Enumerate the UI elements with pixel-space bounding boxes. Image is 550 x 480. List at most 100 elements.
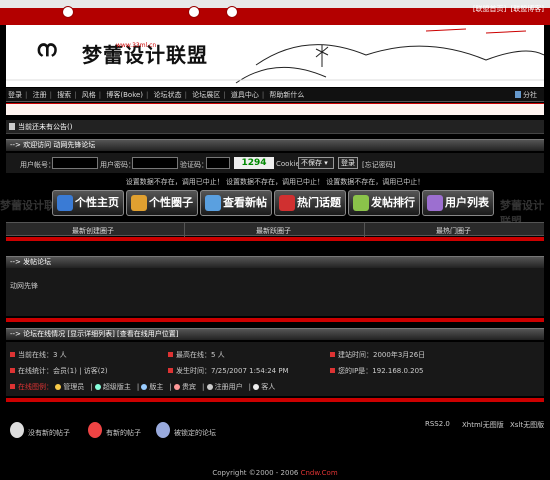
username-input[interactable]: [52, 157, 98, 169]
no-new-posts-label: 没有新的帖子: [28, 429, 70, 437]
copyright-brand[interactable]: Cndw.Com: [301, 469, 338, 477]
legend-guest: 客人: [261, 383, 276, 391]
copyright-text: Copyright ©2000 - 2006: [212, 469, 299, 477]
col-newest-circles[interactable]: 最新创建圈子: [72, 226, 114, 236]
legend-super-moderator: 超级版主: [102, 383, 131, 391]
status-messages: 设置数据不存在，调用已中止！ 设置数据不存在，调用已中止！ 设置数据不存在，调用…: [125, 178, 425, 186]
red-strip: [6, 237, 544, 241]
announcement-bar: 当前还未有公告(): [6, 120, 544, 134]
stat-max-text: 最高在线：5 人: [176, 351, 225, 359]
stat-max: 最高在线：5 人: [168, 350, 225, 360]
nav-item-help[interactable]: 帮助新什么: [269, 91, 304, 99]
stat-ip-text: 您的IP是：192.168.0.205: [338, 367, 424, 375]
nav-item-blog[interactable]: 博客(Boke): [106, 91, 143, 99]
password-input[interactable]: [132, 157, 178, 169]
moderator-icon: [141, 384, 148, 390]
blog-link[interactable]: [联盟博客]: [511, 5, 544, 13]
view-new-posts-button[interactable]: 查看新帖: [200, 190, 272, 216]
legend-member: 注册用户: [214, 383, 243, 391]
bullet-icon: [330, 368, 335, 373]
col-active-circles[interactable]: 最新跃圈子: [256, 226, 291, 236]
personal-home-button[interactable]: 个性主页: [52, 190, 124, 216]
captcha-input[interactable]: [206, 157, 230, 169]
nav-item-style[interactable]: 风格: [82, 91, 96, 99]
logo-icon: ന: [36, 37, 57, 62]
user-list-button[interactable]: 用户列表: [422, 190, 494, 216]
personal-circle-button[interactable]: 个性圈子: [126, 190, 198, 216]
col-divider: [184, 223, 185, 237]
xhtml-link[interactable]: Xhtml无图版: [462, 420, 504, 430]
captcha-image: 1294: [234, 157, 274, 169]
logo-url: www.33ml.cn: [116, 42, 157, 49]
stat-founded: 建站时间：2000年3月26日: [330, 350, 425, 360]
bullet-icon: [330, 352, 335, 357]
legend-title: 在线图例：: [18, 383, 53, 391]
users-icon: [427, 195, 443, 211]
share-icon: [515, 91, 521, 98]
nav-item-register[interactable]: 注册: [33, 91, 47, 99]
bullet-icon: [10, 368, 15, 373]
xslt-link[interactable]: Xslt无图版: [510, 420, 544, 430]
username-label: 用户帐号：: [20, 161, 55, 169]
online-bar[interactable]: --> 论坛在线情况 [显示详细列表] [查看在线用户位置]: [6, 328, 544, 340]
forgot-password-link[interactable]: [忘记密码]: [362, 160, 395, 170]
circle-icon: [131, 195, 147, 211]
rss-link[interactable]: RSS2.0: [425, 420, 450, 428]
nav-items: 登录 | 注册 | 搜索 | 风格 | 博客(Boke) | 论坛状态 | 论坛展区 | 道具…: [8, 91, 305, 99]
speaker-icon: [9, 123, 15, 130]
member-icon: [206, 384, 213, 390]
legend-vip: 贵宾: [182, 383, 197, 391]
top-links: [联盟首页] [联盟博客]: [471, 4, 544, 14]
home-icon: [57, 195, 73, 211]
pill-decoration: [188, 6, 200, 18]
nav-divider: [6, 103, 544, 115]
legend-admin: 管理员: [63, 383, 85, 391]
view-new-posts-label: 查看新帖: [223, 196, 267, 209]
nav-item-login[interactable]: 登录: [8, 91, 22, 99]
nav-item-search[interactable]: 搜索: [57, 91, 71, 99]
cookie-value: 不保存: [301, 159, 322, 167]
bullet-icon: [10, 384, 15, 389]
new-posts-icon: [88, 422, 102, 438]
login-button[interactable]: 登录: [338, 157, 358, 169]
ranking-icon: [353, 195, 369, 211]
post-ranking-label: 发帖排行: [371, 196, 415, 209]
forum-bar: --> 发帖论坛: [6, 256, 544, 268]
share-button[interactable]: 分社: [515, 90, 540, 100]
home-link[interactable]: [联盟首页]: [473, 5, 506, 13]
nav-item-exhibit[interactable]: 论坛展区: [192, 91, 220, 99]
forum-link[interactable]: 动网先锋: [10, 281, 38, 291]
post-ranking-button[interactable]: 发帖排行: [348, 190, 420, 216]
top-cap: [0, 0, 550, 8]
stat-current: 当前在线：3 人: [10, 350, 67, 360]
welcome-bar: --> 欢迎访问 动网先锋论坛: [6, 139, 544, 151]
col-hot-circles[interactable]: 最热门圈子: [436, 226, 471, 236]
password-label: 用户密码：: [100, 161, 135, 169]
stat-detail-text: 在线统计：会员(1) | 访客(2): [18, 367, 108, 375]
stat-founded-text: 建站时间：2000年3月26日: [338, 351, 426, 359]
stat-time: 发生时间：7/25/2007 1:54:24 PM: [168, 366, 289, 376]
login-form: 用户帐号： 用户密码： 验证码： 1294 Cookie 不保存 ▾ 登录 [忘…: [6, 153, 544, 173]
locked-forum-icon: [156, 422, 170, 438]
site-header: ന 梦蕾设计联盟 www.33ml.cn: [6, 25, 544, 87]
nav-item-status[interactable]: 论坛状态: [154, 91, 182, 99]
red-strip: [6, 398, 544, 402]
view-icon: [205, 195, 221, 211]
nav-item-props[interactable]: 道具中心: [231, 91, 259, 99]
stat-time-text: 发生时间：7/25/2007 1:54:24 PM: [176, 367, 289, 375]
no-new-posts-icon: [10, 422, 24, 438]
stat-detail: 在线统计：会员(1) | 访客(2): [10, 366, 108, 376]
legend-moderator: 版主: [149, 383, 164, 391]
cookie-label: Cookie: [276, 160, 300, 168]
cookie-select[interactable]: 不保存 ▾: [298, 157, 334, 169]
hot-topics-button[interactable]: 热门话题: [274, 190, 346, 216]
personal-circle-label: 个性圈子: [149, 196, 193, 209]
bullet-icon: [168, 352, 173, 357]
new-posts-label: 有新的帖子: [106, 429, 141, 437]
pill-decoration: [62, 6, 74, 18]
user-list-label: 用户列表: [445, 196, 489, 209]
announcement-text: 当前还未有公告(): [18, 123, 73, 131]
captcha-label: 验证码：: [180, 161, 208, 169]
bullet-icon: [168, 368, 173, 373]
locked-forum-label: 被锁定的论坛: [174, 429, 216, 437]
